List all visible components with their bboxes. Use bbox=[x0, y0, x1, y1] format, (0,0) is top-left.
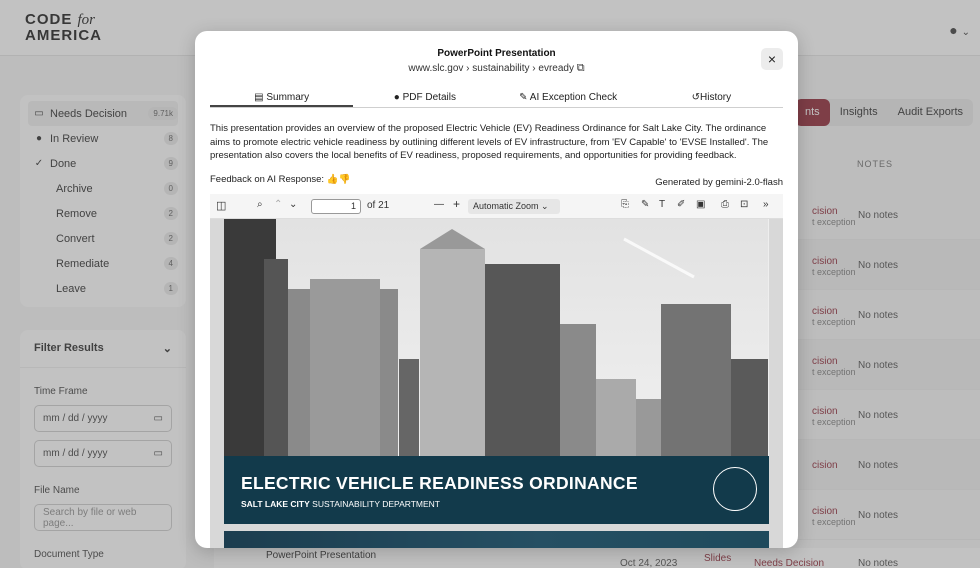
close-button[interactable]: × bbox=[761, 48, 783, 70]
image-tool-icon[interactable]: ▣ bbox=[696, 199, 705, 210]
document-modal: PowerPoint Presentation www.slc.gov › su… bbox=[195, 31, 798, 548]
sidebar-toggle-icon[interactable]: ◫ bbox=[216, 199, 226, 212]
pdf-page-2 bbox=[224, 531, 769, 548]
slide-title-banner: ELECTRIC VEHICLE READINESS ORDINANCE SAL… bbox=[224, 456, 769, 524]
search-icon[interactable]: ⌕ bbox=[257, 199, 263, 210]
slide-title: ELECTRIC VEHICLE READINESS ORDINANCE bbox=[241, 473, 638, 493]
previous-page-icon[interactable]: ⌃ bbox=[274, 199, 282, 210]
page-number-input[interactable]: 1 bbox=[311, 199, 361, 214]
modal-url[interactable]: www.slc.gov › sustainability › evready ⧉ bbox=[195, 62, 798, 75]
tab-pdf-details[interactable]: ● PDF Details bbox=[353, 88, 496, 107]
tab-summary[interactable]: ▤ Summary bbox=[210, 88, 354, 107]
ink-tool-icon[interactable]: ✐ bbox=[677, 199, 685, 210]
save-icon[interactable]: ⊡ bbox=[740, 199, 748, 210]
more-tools-icon[interactable]: » bbox=[763, 199, 769, 210]
external-link-icon[interactable]: ⧉ bbox=[577, 62, 585, 74]
feedback-row: Feedback on AI Response: 👍👎 bbox=[210, 174, 351, 185]
info-icon: ● bbox=[393, 92, 400, 103]
history-icon: ↺ bbox=[691, 92, 700, 103]
ai-summary-text: This presentation provides an overview o… bbox=[210, 123, 769, 162]
tab-history[interactable]: ↺History bbox=[640, 88, 783, 107]
generated-by-label: Generated by gemini-2.0-flash bbox=[655, 177, 783, 188]
thumbs-up-icon[interactable]: 👍 bbox=[327, 174, 339, 185]
slide-subtitle: SALT LAKE CITY SUSTAINABILITY DEPARTMENT bbox=[241, 499, 440, 509]
modal-tabs: ▤ Summary ● PDF Details ✎ AI Exception C… bbox=[210, 88, 783, 108]
pdf-viewer: ◫ ⌕ ⌃ ⌄ 1 of 21 — + Automatic Zoom ⌄ ⎘ ✎… bbox=[210, 194, 783, 548]
text-tool-icon[interactable]: T bbox=[659, 199, 665, 210]
pdf-toolbar: ◫ ⌕ ⌃ ⌄ 1 of 21 — + Automatic Zoom ⌄ ⎘ ✎… bbox=[210, 194, 783, 219]
page-total: of 21 bbox=[367, 200, 390, 211]
next-page-icon[interactable]: ⌄ bbox=[289, 199, 297, 210]
city-seal-icon bbox=[713, 467, 757, 511]
document-icon: ▤ bbox=[254, 92, 264, 103]
print-icon[interactable]: ⎙ bbox=[721, 199, 729, 210]
pdf-page-1: ELECTRIC VEHICLE READINESS ORDINANCE SAL… bbox=[224, 219, 769, 524]
tab-ai-exception-check[interactable]: ✎ AI Exception Check bbox=[497, 88, 640, 107]
modal-title: PowerPoint Presentation bbox=[437, 48, 556, 59]
zoom-out-icon[interactable]: — bbox=[434, 199, 444, 210]
thumbs-down-icon[interactable]: 👎 bbox=[339, 174, 351, 185]
zoom-select[interactable]: Automatic Zoom ⌄ bbox=[468, 199, 560, 214]
highlight-tool-icon[interactable]: ⎘ bbox=[621, 199, 629, 210]
zoom-in-icon[interactable]: + bbox=[453, 197, 460, 211]
magic-wand-icon: ✎ bbox=[519, 92, 528, 103]
chevron-down-icon: ⌄ bbox=[541, 201, 549, 211]
draw-tool-icon[interactable]: ✎ bbox=[641, 199, 649, 210]
